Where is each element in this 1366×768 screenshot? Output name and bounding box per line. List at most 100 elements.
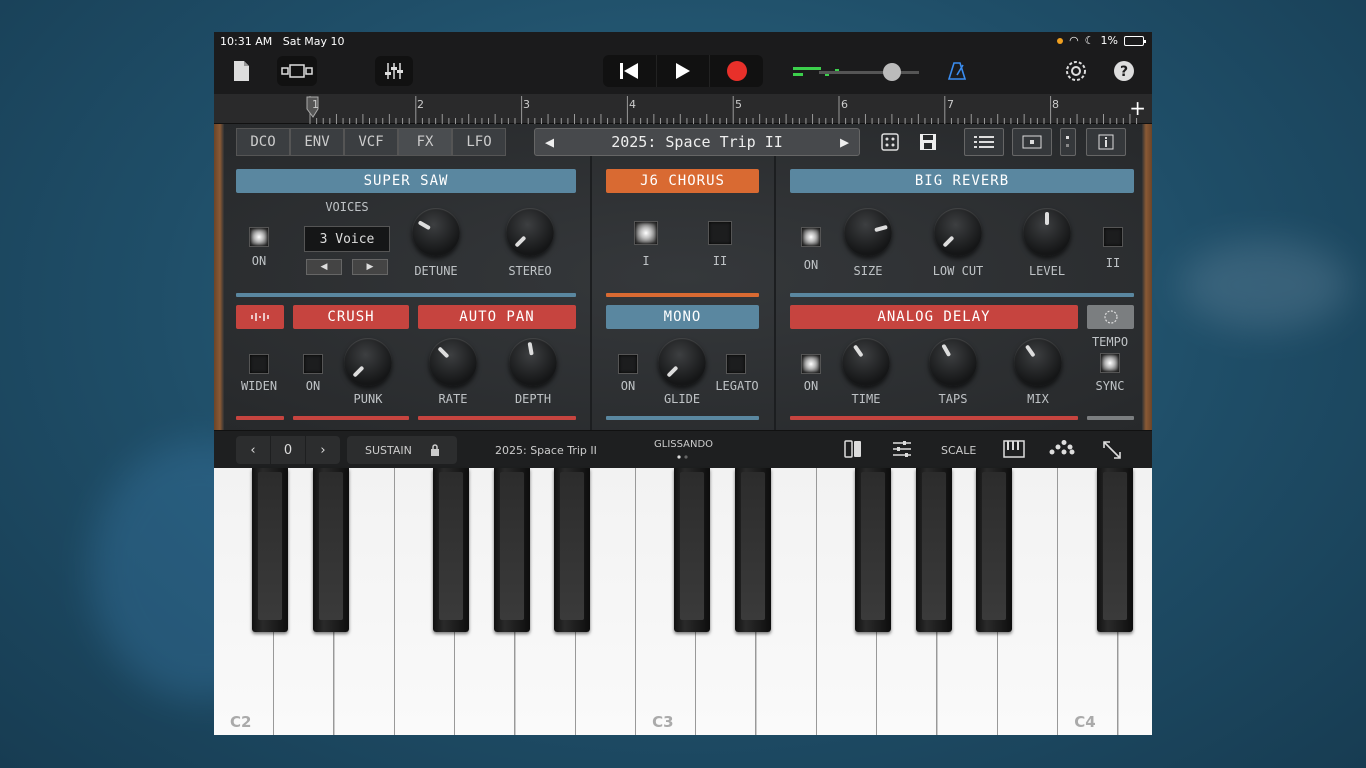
super-saw-on-switch[interactable]	[249, 227, 269, 247]
widen-separator	[236, 416, 284, 420]
black-key[interactable]	[734, 468, 771, 632]
page-indicator-dots	[677, 455, 688, 459]
delay-time-knob[interactable]	[842, 338, 890, 386]
stereo-knob[interactable]	[506, 208, 554, 256]
single-view-button[interactable]	[1012, 128, 1052, 156]
help-icon[interactable]: ?	[1105, 56, 1143, 86]
timeline-ruler[interactable]: 1 2 3 4 5 6 7 8 +	[214, 94, 1152, 124]
column-divider	[590, 156, 592, 430]
rewind-button[interactable]	[603, 55, 656, 87]
delay-taps-knob[interactable]	[929, 338, 977, 386]
master-volume-slider[interactable]	[789, 63, 924, 81]
crush-on-switch[interactable]	[303, 354, 323, 374]
tab-vcf[interactable]: VCF	[344, 128, 398, 156]
lock-icon[interactable]	[430, 444, 440, 456]
settings-gear-icon[interactable]	[1057, 56, 1095, 86]
black-key[interactable]	[433, 468, 470, 632]
view-toggle-button[interactable]	[277, 56, 317, 86]
chorus-separator	[606, 293, 759, 297]
expand-icon[interactable]	[1102, 440, 1122, 464]
tab-dco[interactable]: DCO	[236, 128, 290, 156]
widen-switch[interactable]	[249, 354, 269, 374]
mono-on-switch[interactable]	[618, 354, 638, 374]
delay-taps-label: TAPS	[938, 392, 968, 406]
compact-view-button[interactable]	[1060, 128, 1076, 156]
tab-env[interactable]: ENV	[290, 128, 344, 156]
play-button[interactable]	[655, 55, 711, 87]
sustain-button[interactable]: SUSTAIN	[347, 436, 457, 464]
preset-next-icon[interactable]: ▶	[840, 133, 849, 151]
chorus-i-switch[interactable]	[634, 221, 658, 245]
voices-decrease-button[interactable]: ◀	[306, 259, 342, 275]
voices-increase-button[interactable]: ▶	[352, 259, 388, 275]
status-bar: 10:31 AM Sat May 10 ◠ ☾ 1%	[214, 32, 1152, 50]
octave-up-button[interactable]: ›	[306, 436, 340, 464]
record-button[interactable]	[710, 55, 763, 87]
delay-mix-knob[interactable]	[1014, 338, 1062, 386]
mono-separator	[606, 416, 759, 420]
glissando-label[interactable]: GLISSANDO	[654, 439, 713, 450]
delay-tempo-sync-button[interactable]	[1087, 305, 1134, 329]
black-key[interactable]	[553, 468, 590, 632]
scale-button[interactable]: SCALE	[941, 444, 976, 457]
bar-6: 6	[841, 98, 848, 111]
delay-separator	[790, 416, 1078, 420]
depth-knob[interactable]	[509, 338, 557, 386]
mono-on-label: ON	[620, 379, 636, 393]
octave-down-button[interactable]: ‹	[236, 436, 271, 464]
black-key[interactable]	[674, 468, 711, 632]
add-section-button[interactable]: +	[1129, 96, 1146, 120]
delay-time-label: TIME	[851, 392, 881, 406]
black-key[interactable]	[252, 468, 289, 632]
document-icon[interactable]	[222, 56, 260, 86]
battery-percent: 1%	[1100, 34, 1118, 47]
tab-lfo[interactable]: LFO	[452, 128, 506, 156]
reverb-low-cut-knob[interactable]	[934, 208, 982, 256]
rate-knob[interactable]	[429, 338, 477, 386]
list-view-button[interactable]	[964, 128, 1004, 156]
glide-knob[interactable]	[658, 338, 706, 386]
legato-switch[interactable]	[726, 354, 746, 374]
black-key[interactable]	[312, 468, 349, 632]
black-key[interactable]	[915, 468, 952, 632]
tempo-label: TEMPO	[1091, 335, 1129, 349]
random-dice-icon[interactable]	[876, 128, 904, 156]
save-icon[interactable]	[914, 128, 942, 156]
chorus-i-label: I	[642, 254, 650, 268]
info-button[interactable]	[1086, 128, 1126, 156]
reverb-level-knob[interactable]	[1023, 208, 1071, 256]
chorus-ii-switch[interactable]	[708, 221, 732, 245]
waveform-icon	[251, 313, 269, 321]
keyboard-settings-icon[interactable]	[892, 440, 912, 462]
split-keyboard-icon[interactable]	[844, 440, 862, 462]
keyboard-layout-icon[interactable]	[1003, 440, 1025, 462]
black-key[interactable]	[1096, 468, 1133, 632]
preset-selector[interactable]: ◀ 2025: Space Trip II ▶	[534, 128, 860, 156]
widen-header[interactable]	[236, 305, 284, 329]
preset-prev-icon[interactable]: ◀	[545, 133, 554, 151]
reverb-on-switch[interactable]	[801, 227, 821, 247]
delay-on-switch[interactable]	[801, 354, 821, 374]
stereo-label: STEREO	[508, 264, 552, 278]
reverb-size-knob[interactable]	[844, 208, 892, 256]
black-key[interactable]	[493, 468, 530, 632]
column-divider	[774, 156, 776, 430]
note-label: C3	[652, 713, 674, 731]
note-label: C4	[1074, 713, 1096, 731]
black-key[interactable]	[855, 468, 892, 632]
black-key[interactable]	[975, 468, 1012, 632]
tab-fx[interactable]: FX	[398, 128, 452, 156]
metronome-icon[interactable]	[938, 56, 976, 86]
legato-label: LEGATO	[715, 379, 759, 393]
mixer-icon[interactable]	[375, 56, 413, 86]
tempo-sync-switch[interactable]	[1100, 353, 1120, 373]
punk-knob[interactable]	[344, 338, 392, 386]
bar-8: 8	[1052, 98, 1059, 111]
reverb-ii-switch[interactable]	[1103, 227, 1123, 247]
super-saw-header: SUPER SAW	[236, 169, 576, 193]
arpeggiator-icon[interactable]	[1049, 440, 1075, 460]
rate-label: RATE	[438, 392, 468, 406]
reverb-on-label: ON	[803, 258, 819, 272]
detune-label: DETUNE	[414, 264, 458, 278]
detune-knob[interactable]	[412, 208, 460, 256]
